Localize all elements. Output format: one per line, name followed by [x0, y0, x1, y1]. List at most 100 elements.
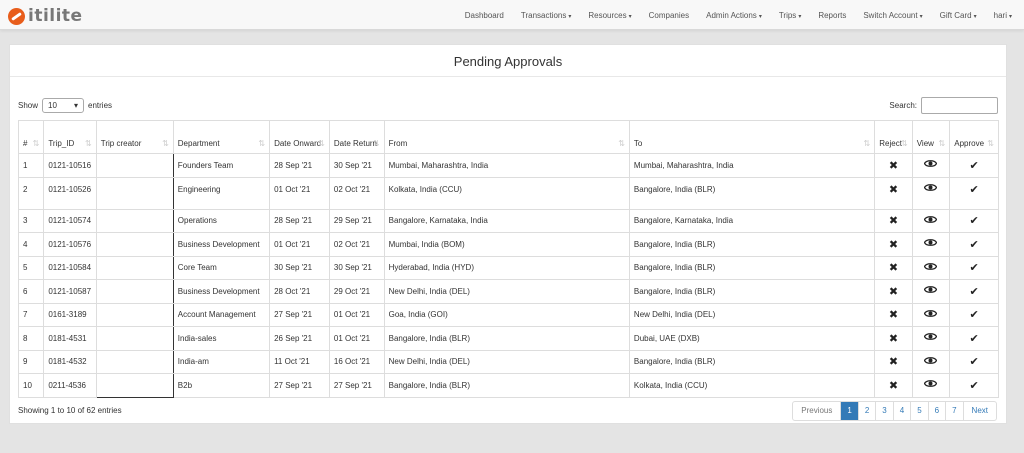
nav-item-trips[interactable]: Trips ▾	[779, 11, 802, 20]
times-icon: ✖	[888, 215, 899, 228]
column-header-approve[interactable]: Approve ⇅	[949, 120, 999, 154]
caret-down-icon: ▾	[568, 13, 572, 20]
view-button[interactable]	[911, 349, 951, 374]
table-cell: B2b	[172, 373, 271, 398]
pagination-page-4[interactable]: 4	[892, 402, 910, 420]
approve-button[interactable]: ✔	[949, 208, 999, 233]
approve-button[interactable]: ✔	[949, 302, 999, 327]
nav-item-hari[interactable]: hari ▾	[994, 11, 1012, 20]
table-row: 6 0121-10587 Business Development 28 Oct '2…	[17, 279, 999, 304]
reject-button[interactable]: ✖	[874, 349, 913, 374]
table-cell: 0121-10574	[43, 208, 97, 233]
table-cell: 8	[17, 326, 45, 351]
view-button[interactable]	[911, 208, 951, 233]
column-header-date-return[interactable]: Date Return ⇅	[328, 120, 385, 154]
entries-select-value: 10	[48, 101, 57, 110]
reject-button[interactable]: ✖	[874, 302, 913, 327]
table-cell: Kolkata, India (CCU)	[628, 373, 876, 398]
eye-icon	[924, 183, 938, 195]
trip-creator-cell	[95, 279, 174, 304]
table-cell: 02 Oct '21	[328, 232, 385, 257]
column-header-label: Approve	[954, 139, 985, 148]
pagination-previous[interactable]: Previous	[793, 402, 840, 420]
table-cell: Bangalore, Karnataka, India	[628, 208, 876, 233]
approve-button[interactable]: ✔	[949, 279, 999, 304]
pagination-page-7[interactable]: 7	[945, 402, 962, 420]
column-header-view[interactable]: View ⇅	[911, 120, 951, 154]
sort-icon: ⇅	[318, 139, 325, 148]
reject-button[interactable]: ✖	[874, 373, 913, 398]
reject-button[interactable]: ✖	[874, 176, 913, 210]
approve-button[interactable]: ✔	[949, 153, 999, 178]
nav-item-reports[interactable]: Reports	[818, 11, 846, 20]
sort-icon: ⇅	[863, 139, 871, 148]
view-button[interactable]	[911, 232, 951, 257]
column-header-[interactable]: # ⇅	[17, 120, 45, 154]
caret-down-icon: ▾	[628, 13, 632, 20]
pagination-page-6[interactable]: 6	[927, 402, 945, 420]
reject-button[interactable]: ✖	[874, 255, 913, 280]
table-cell: 28 Sep '21	[269, 153, 330, 178]
check-icon: ✔	[969, 215, 979, 228]
view-button[interactable]	[911, 176, 951, 210]
table-cell: 16 Oct '21	[328, 349, 385, 374]
table-cell: 11 Oct '21	[269, 349, 330, 374]
column-header-from[interactable]: From ⇅	[383, 120, 630, 154]
column-header-label: View	[916, 139, 934, 148]
reject-button[interactable]: ✖	[874, 208, 913, 233]
brand-name: itilite	[28, 6, 83, 26]
view-button[interactable]	[911, 153, 951, 178]
column-header-department[interactable]: Department ⇅	[172, 120, 271, 154]
approve-button[interactable]: ✔	[949, 232, 999, 257]
view-button[interactable]	[911, 255, 951, 280]
page-title: Pending Approvals	[10, 45, 1006, 77]
nav-item-resources[interactable]: Resources ▾	[588, 11, 631, 20]
table-cell: 27 Sep '21	[328, 373, 385, 398]
column-header-date-onward[interactable]: Date Onward ⇅	[269, 120, 330, 154]
reject-button[interactable]: ✖	[874, 232, 913, 257]
reject-button[interactable]: ✖	[874, 153, 913, 178]
nav-item-gift-card[interactable]: Gift Card ▾	[940, 11, 977, 20]
table-cell: 29 Sep '21	[328, 208, 385, 233]
search-input[interactable]	[921, 97, 998, 114]
approve-button[interactable]: ✔	[949, 373, 999, 398]
table-cell: Bangalore, India (BLR)	[628, 279, 876, 304]
pagination-page-1[interactable]: 1	[840, 402, 858, 420]
pagination-page-2[interactable]: 2	[857, 402, 875, 420]
nav-item-companies[interactable]: Companies	[649, 11, 689, 20]
view-button[interactable]	[911, 302, 951, 327]
brand-logo[interactable]: itilite	[8, 6, 83, 26]
view-button[interactable]	[911, 326, 951, 351]
reject-button[interactable]: ✖	[874, 279, 913, 304]
column-header-label: Reject	[879, 139, 902, 148]
column-header-reject[interactable]: Reject ⇅	[874, 120, 913, 154]
column-header-label: Date Return	[333, 139, 378, 148]
nav-item-transactions[interactable]: Transactions ▾	[521, 11, 572, 20]
pagination-next[interactable]: Next	[962, 402, 996, 420]
view-button[interactable]	[911, 373, 951, 398]
times-icon: ✖	[888, 159, 899, 172]
caret-down-icon: ▾	[919, 13, 923, 20]
column-header-trip-creator[interactable]: Trip creator ⇅	[95, 120, 174, 154]
table-cell: Operations	[172, 208, 271, 233]
nav-item-dashboard[interactable]: Dashboard	[465, 11, 504, 20]
nav-item-switch-account[interactable]: Switch Account ▾	[863, 11, 922, 20]
sort-asc-icon: ⇅	[32, 139, 40, 148]
approve-button[interactable]: ✔	[949, 349, 999, 374]
column-header-trip-id[interactable]: Trip_ID ⇅	[43, 120, 97, 154]
pagination-page-3[interactable]: 3	[875, 402, 892, 420]
nav-item-admin-actions[interactable]: Admin Actions ▾	[706, 11, 762, 20]
pending-approvals-panel: Pending Approvals Show 10 ▾ entries Sear…	[9, 44, 1007, 424]
times-icon: ✖	[888, 285, 899, 298]
pagination-page-5[interactable]: 5	[910, 402, 927, 420]
approve-button[interactable]: ✔	[949, 255, 999, 280]
entries-select[interactable]: 10 ▾	[42, 98, 85, 113]
approve-button[interactable]: ✔	[949, 326, 999, 351]
column-header-to[interactable]: To ⇅	[628, 120, 876, 154]
table-info: Showing 1 to 10 of 62 entries	[18, 406, 122, 415]
table-cell: 01 Oct '21	[269, 232, 330, 257]
approve-button[interactable]: ✔	[949, 176, 999, 210]
view-button[interactable]	[911, 279, 951, 304]
reject-button[interactable]: ✖	[874, 326, 913, 351]
table-cell: 0181-4531	[43, 326, 97, 351]
